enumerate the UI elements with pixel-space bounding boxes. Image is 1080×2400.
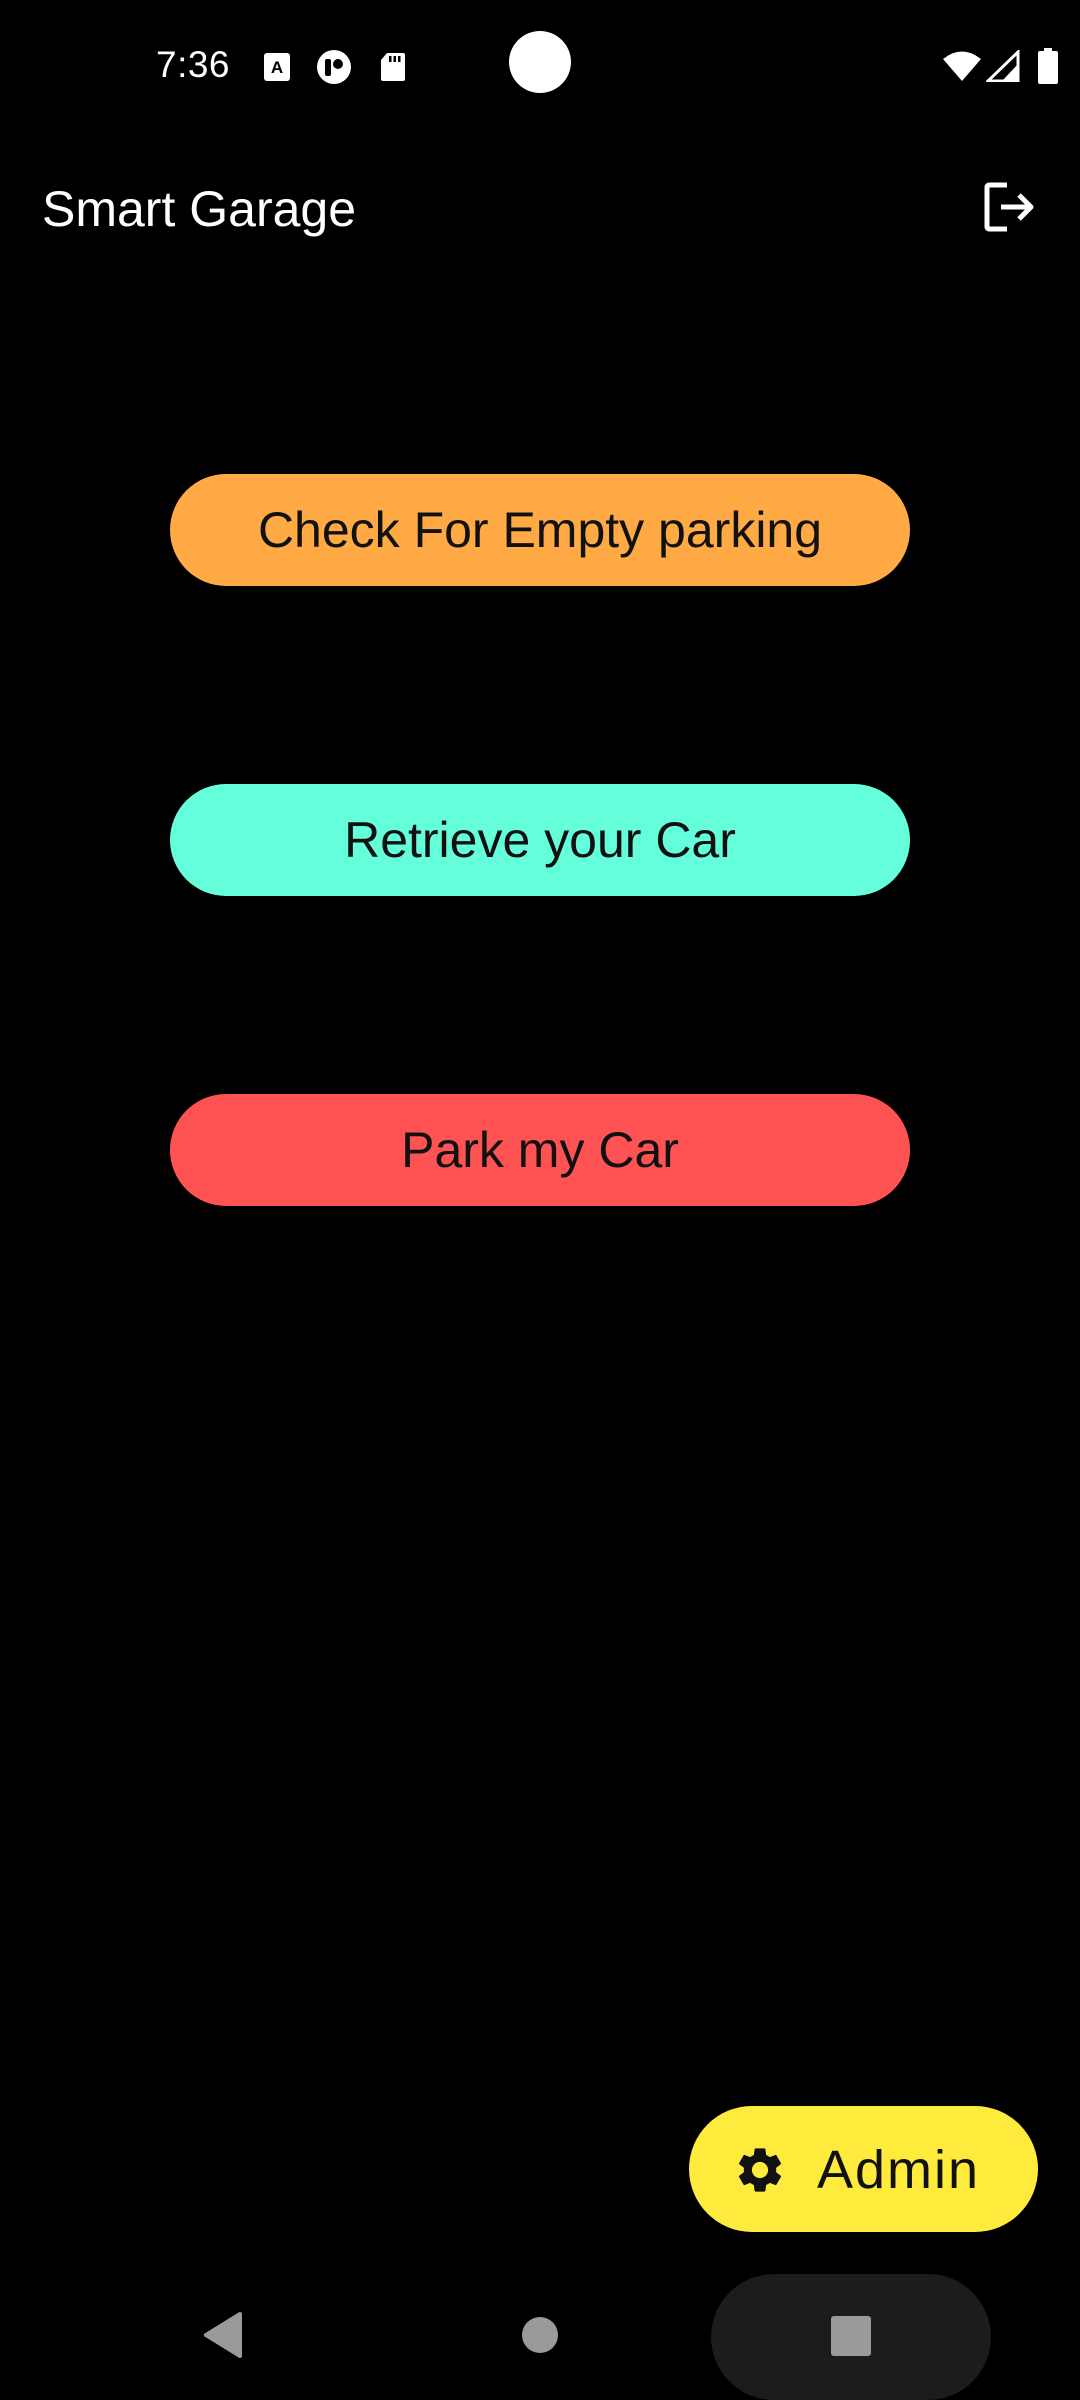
signal-icon bbox=[984, 48, 1020, 87]
recents-icon bbox=[831, 2316, 871, 2356]
svg-text:A: A bbox=[271, 58, 283, 77]
logout-button[interactable] bbox=[976, 176, 1042, 242]
wifi-icon bbox=[942, 50, 982, 87]
screen: 7:36 A Smart Garage Check For Empty park… bbox=[0, 0, 1080, 2400]
gear-icon bbox=[733, 2143, 787, 2197]
status-time: 7:36 bbox=[156, 44, 231, 85]
autofill-icon: A bbox=[263, 52, 291, 87]
back-button[interactable] bbox=[200, 2310, 246, 2360]
app-title: Smart Garage bbox=[42, 181, 357, 237]
battery-icon bbox=[1038, 48, 1058, 89]
recents-button[interactable] bbox=[711, 2274, 991, 2400]
back-icon bbox=[200, 2312, 246, 2364]
app-bar: Smart Garage bbox=[0, 150, 1080, 270]
home-icon[interactable] bbox=[522, 2317, 558, 2353]
admin-fab[interactable]: Admin bbox=[689, 2106, 1038, 2232]
logout-icon bbox=[981, 179, 1037, 240]
app-notification-icon bbox=[316, 49, 352, 90]
park-car-button[interactable]: Park my Car bbox=[170, 1094, 910, 1206]
sd-card-icon bbox=[380, 52, 406, 87]
navigation-bar bbox=[0, 2260, 1080, 2400]
camera-cutout bbox=[509, 31, 571, 93]
admin-label: Admin bbox=[817, 2140, 981, 2200]
check-empty-parking-button[interactable]: Check For Empty parking bbox=[170, 474, 910, 586]
retrieve-car-button[interactable]: Retrieve your Car bbox=[170, 784, 910, 896]
status-bar: 7:36 A bbox=[0, 0, 1080, 130]
